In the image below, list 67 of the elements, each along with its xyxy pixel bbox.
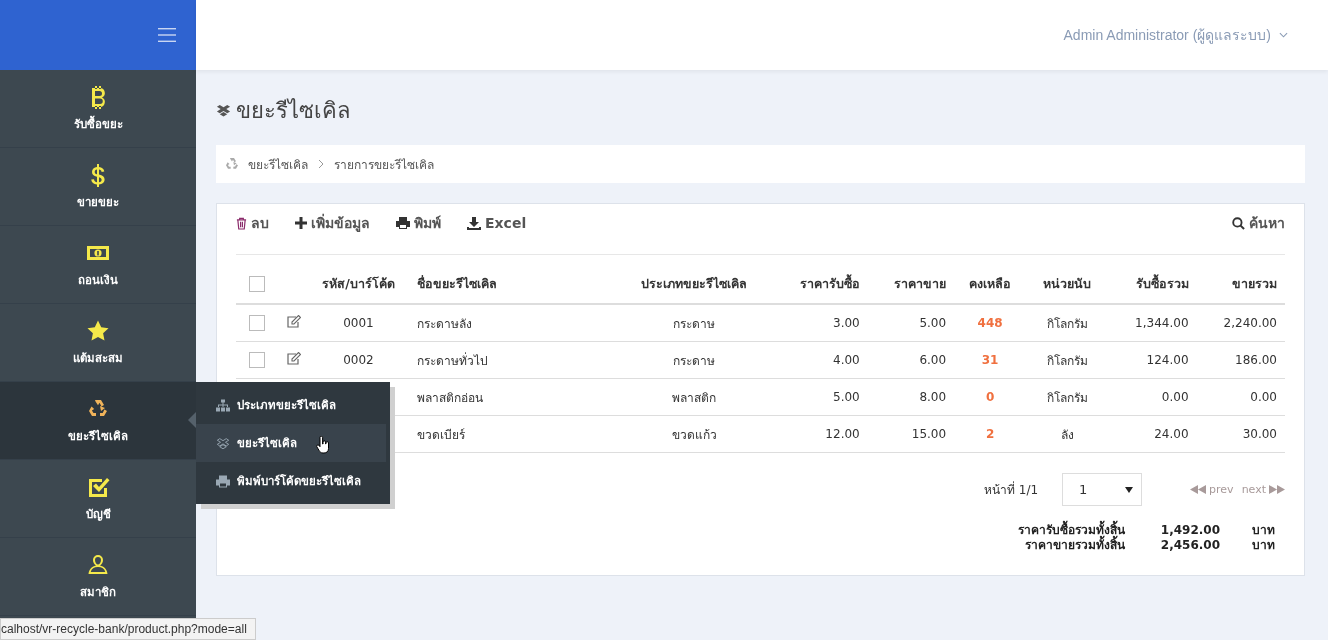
table-cell: 0001 [343,316,374,330]
table-cell: 5.00 [919,316,947,330]
table-cell: 2 [985,427,995,441]
table-cell: 0.00 [1161,390,1189,404]
table-cell: 124.00 [1146,353,1189,367]
table-cell: ลัง [1060,427,1074,442]
table-cell: 8.00 [919,390,947,404]
sidebar-item[interactable]: ขยะรีไซเคิล [0,382,196,460]
page-select[interactable]: 1 [1062,473,1143,506]
total-unit: บาท [1251,523,1275,538]
toolbar-button[interactable]: ลบ [236,212,269,234]
breadcrumb-link[interactable]: ขยะรีไซเคิล [248,154,308,174]
table-cell: 186.00 [1235,353,1277,367]
menu-item[interactable]: ประเภทขยะรีไซเคิล [196,386,386,424]
table-cell: ขวดแก้ว [671,427,717,442]
table-cell: 0.00 [1250,390,1277,404]
menu-item[interactable]: พิมพ์บาร์โค้ดขยะรีไซเคิล [196,462,386,500]
sidebar-item[interactable]: ถอนเงิน [0,226,196,304]
sidebar-item[interactable]: รับซื้อขยะ [0,70,196,148]
sidebar-item[interactable]: ขายขยะ [0,148,196,226]
table-cell: 0 [985,390,995,404]
table-cell: 15.00 [911,427,947,441]
page-label: หน้าที่ 1/1 [983,480,1039,499]
table-cell: กระดาษลัง [417,316,472,331]
table-cell: 4.00 [833,353,860,367]
table-cell: กระดาษ [673,316,715,331]
table-cell: พลาสติกอ่อน [417,390,483,405]
column-header: รหัส/บาร์โค้ด [310,265,407,304]
total-unit: บาท [1251,538,1275,553]
table-cell: กิโลกรัม [1046,316,1088,331]
breadcrumb-link[interactable]: รายการขยะรีไซเคิล [334,154,434,174]
table-cell: 448 [977,316,1003,330]
page-heading: ขยะรีไซเคิล [236,96,350,125]
column-header: คงเหลือ [954,265,1027,304]
table-cell: 0002 [343,353,374,367]
column-header: ราคารับซื้อ [770,265,868,304]
table-cell: กิโลกรัม [1046,353,1088,368]
table-cell: ขวดเบียร์ [417,427,465,442]
table-cell: 6.00 [919,353,947,367]
sidebar-item[interactable]: สมาชิก [0,538,196,616]
toolbar-button[interactable]: พิมพ์ [396,212,441,234]
column-header: ประเภทขยะรีไซเคิล [618,265,770,304]
table-cell: 12.00 [825,427,860,441]
sidebar-item[interactable]: บัญชี [0,460,196,538]
column-header: หน่วยนับ [1026,265,1109,304]
column-header: ชื่อขยะรีไซเคิล [407,265,618,304]
total-value: 1,492.00 [1159,523,1220,538]
table-cell: 5.00 [833,390,860,404]
table-cell: 2,240.00 [1223,316,1277,330]
total-value: 2,456.00 [1159,538,1220,553]
table-cell: 24.00 [1154,427,1189,441]
toolbar-button[interactable]: เพิ่มข้อมูล [295,212,370,234]
table-cell: กระดาษทั่วไป [417,353,488,368]
column-header: ขายรวม [1196,265,1285,304]
table-cell: พลาสติก [672,390,716,405]
toolbar-button[interactable]: Excel [467,215,527,231]
column-header: ราคาขาย [867,265,955,304]
menu-item[interactable]: ขยะรีไซเคิล [196,424,386,462]
table-cell: กิโลกรัม [1046,390,1088,405]
column-header: รับซื้อรวม [1108,265,1197,304]
table-cell: 31 [981,353,999,367]
table-cell: 1,344.00 [1135,316,1189,330]
table-cell: กระดาษ [673,353,715,368]
table-cell: 3.00 [833,316,860,330]
table-cell: 30.00 [1242,427,1277,441]
status-bar: calhost/vr-recycle-bank/product.php?mode=all [0,618,256,640]
search-button[interactable]: ค้นหา [1232,212,1285,234]
